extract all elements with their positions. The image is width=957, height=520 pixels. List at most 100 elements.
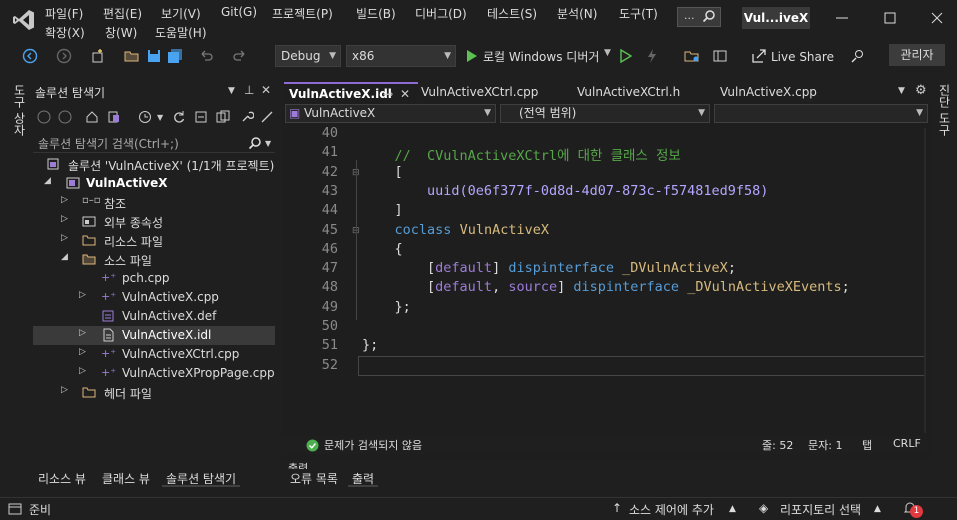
collapsed-arrow-icon[interactable]: ▷ xyxy=(61,214,68,224)
tab-indicator[interactable]: 탭 xyxy=(862,437,872,453)
start-debugging-icon[interactable] xyxy=(464,48,480,64)
forward-icon[interactable] xyxy=(56,48,72,64)
start-without-debugging-icon[interactable] xyxy=(618,48,634,64)
member-nav-select[interactable]: ▼ xyxy=(714,104,928,123)
new-project-icon[interactable] xyxy=(90,48,106,64)
collapsed-arrow-icon[interactable]: ▷ xyxy=(79,328,86,338)
menu-test[interactable]: 테스트(S) xyxy=(487,5,537,22)
chevron-down-icon[interactable]: ▼ xyxy=(228,86,235,96)
collapsed-arrow-icon[interactable]: ▷ xyxy=(79,347,86,357)
tab-vulnactivex-idl[interactable]: VulnActiveX.idl ⊸ ✕ xyxy=(284,82,418,102)
line-indicator[interactable]: 줄: 52 xyxy=(762,437,793,453)
collapsed-arrow-icon[interactable]: ▷ xyxy=(79,366,86,376)
tab-vulnactivex-cpp[interactable]: VulnActiveX.cpp xyxy=(715,82,851,102)
project-node[interactable]: ◢ VulnActiveX xyxy=(33,174,275,193)
select-repository-button[interactable]: 리포지토리 선택 xyxy=(780,501,861,518)
visual-studio-logo-icon[interactable] xyxy=(12,8,36,32)
maximize-icon[interactable] xyxy=(882,10,898,26)
column-indicator[interactable]: 문자: 1 xyxy=(808,437,842,453)
pin-icon[interactable]: ⊸ xyxy=(383,84,393,104)
eol-indicator[interactable]: CRLF xyxy=(893,437,921,450)
configuration-select[interactable]: Debug ▼ xyxy=(275,45,341,67)
tab-output[interactable]: 출력 xyxy=(348,469,379,487)
vertical-scrollbar[interactable] xyxy=(924,128,926,433)
close-panel-icon[interactable]: ✕ xyxy=(261,83,271,97)
code-line[interactable]: }; xyxy=(362,299,411,315)
feedback-icon[interactable] xyxy=(850,48,866,64)
layout-icon[interactable] xyxy=(712,48,728,64)
menu-file[interactable]: 파일(F) xyxy=(45,5,83,22)
tree-item-external-dependencies[interactable]: ▷ 외부 종속성 xyxy=(33,212,275,231)
tree-item-vulnactivex-cpp[interactable]: ▷ +⁺ VulnActiveX.cpp xyxy=(33,288,275,307)
search-input[interactable]: ... xyxy=(684,9,695,22)
tree-item-vulnactivexctrl-cpp[interactable]: ▷ +⁺ VulnActiveXCtrl.cpp xyxy=(33,345,275,364)
show-all-files-icon[interactable] xyxy=(216,110,230,124)
chevron-down-icon[interactable]: ▼ xyxy=(604,48,611,58)
toolbox-tab[interactable]: 도구 상자 xyxy=(11,84,28,136)
code-line[interactable]: coclass VulnActiveX xyxy=(362,222,549,238)
code-line[interactable]: uuid(0e6f377f-0d8d-4d07-873c-f57481ed9f5… xyxy=(362,183,768,199)
add-to-source-control-button[interactable]: 소스 제어에 추가 xyxy=(629,501,714,518)
code-line[interactable]: }; xyxy=(362,337,378,353)
tree-item-vulnactivex-idl[interactable]: ▷ VulnActiveX.idl xyxy=(33,326,275,345)
menu-window[interactable]: 창(W) xyxy=(105,24,137,41)
expanded-arrow-icon[interactable]: ◢ xyxy=(44,176,51,186)
folder-settings-icon[interactable] xyxy=(684,48,700,64)
code-line[interactable]: [ xyxy=(362,164,403,180)
platform-select[interactable]: x86 ▼ xyxy=(346,45,456,67)
undo-icon[interactable] xyxy=(198,48,214,64)
chevron-up-icon[interactable]: ▲ xyxy=(874,504,881,514)
tree-item-vulnactivexproppage-cpp[interactable]: ▷ +⁺ VulnActiveXPropPage.cpp xyxy=(33,364,275,383)
collapsed-arrow-icon[interactable]: ▷ xyxy=(61,195,68,205)
minimize-icon[interactable] xyxy=(834,10,850,26)
code-line[interactable]: // CVulnActiveXCtrl에 대한 클래스 정보 xyxy=(362,144,681,164)
tree-item-resource-files[interactable]: ▷ 리소스 파일 xyxy=(33,231,275,250)
menu-tools[interactable]: 도구(T) xyxy=(619,5,658,22)
collapsed-arrow-icon[interactable]: ▷ xyxy=(61,385,68,395)
code-line[interactable]: [default, source] dispinterface _DVulnAc… xyxy=(362,279,850,295)
tree-item-header-files[interactable]: ▷ 헤더 파일 xyxy=(33,383,275,402)
menu-view[interactable]: 보기(V) xyxy=(161,5,201,22)
pin-icon[interactable]: ⊥ xyxy=(244,83,254,97)
tree-item-references[interactable]: ▷ ▫–▫ 참조 xyxy=(33,193,275,212)
save-all-icon[interactable] xyxy=(167,48,183,64)
solution-node[interactable]: 솔루션 'VulnActiveX' (1/1개 프로젝트) xyxy=(33,155,275,174)
code-line[interactable]: { xyxy=(362,241,403,257)
menu-analyze[interactable]: 분석(N) xyxy=(557,5,597,22)
collapsed-arrow-icon[interactable]: ▷ xyxy=(61,233,68,243)
start-debugging-button[interactable]: 로컬 Windows 디버거 xyxy=(483,48,599,65)
tab-solution-explorer[interactable]: 솔루션 탐색기 xyxy=(162,469,241,487)
gear-icon[interactable]: ⚙ xyxy=(915,83,927,98)
collapse-all-icon[interactable] xyxy=(194,110,208,124)
code-line[interactable]: [default] dispinterface _DVulnActiveX; xyxy=(362,260,736,276)
back-icon[interactable] xyxy=(37,110,51,124)
hot-reload-icon[interactable] xyxy=(644,48,660,64)
chevron-down-icon[interactable]: ▼ xyxy=(157,113,163,122)
redo-icon[interactable] xyxy=(232,48,248,64)
menu-extensions[interactable]: 확장(X) xyxy=(45,24,85,41)
collapsed-arrow-icon[interactable]: ▷ xyxy=(79,290,86,300)
properties-wrench-icon[interactable] xyxy=(240,110,254,124)
forward-icon[interactable] xyxy=(58,110,72,124)
admin-badge[interactable]: 관리자 xyxy=(889,44,945,66)
menu-git[interactable]: Git(G) xyxy=(221,5,257,19)
menu-edit[interactable]: 편집(E) xyxy=(103,5,142,22)
switch-views-icon[interactable] xyxy=(107,110,121,124)
issues-status[interactable]: 문제가 검색되지 않음 xyxy=(324,437,422,453)
live-share-button[interactable]: Live Share xyxy=(771,50,834,64)
menu-project[interactable]: 프로젝트(P) xyxy=(272,5,333,22)
project-nav-select[interactable]: ▣ VulnActiveX ▼ xyxy=(285,104,496,123)
expanded-arrow-icon[interactable]: ◢ xyxy=(61,252,68,262)
sync-icon[interactable] xyxy=(172,110,186,124)
chevron-down-icon[interactable]: ▼ xyxy=(265,139,271,148)
menu-help[interactable]: 도움말(H) xyxy=(155,24,207,41)
pending-changes-filter-icon[interactable] xyxy=(138,110,152,124)
search-box[interactable]: ... xyxy=(677,7,721,27)
home-icon[interactable] xyxy=(85,110,99,124)
tab-resource-view[interactable]: 리소스 뷰 xyxy=(34,469,90,487)
tab-vulnactivexctrl-h[interactable]: VulnActiveXCtrl.h xyxy=(572,82,710,102)
tab-vulnactivexctrl-cpp[interactable]: VulnActiveXCtrl.cpp xyxy=(416,82,566,102)
output-window-icon[interactable] xyxy=(8,502,22,516)
tab-error-list[interactable]: 오류 목록 xyxy=(286,469,342,487)
chevron-up-icon[interactable]: ▲ xyxy=(729,504,736,514)
